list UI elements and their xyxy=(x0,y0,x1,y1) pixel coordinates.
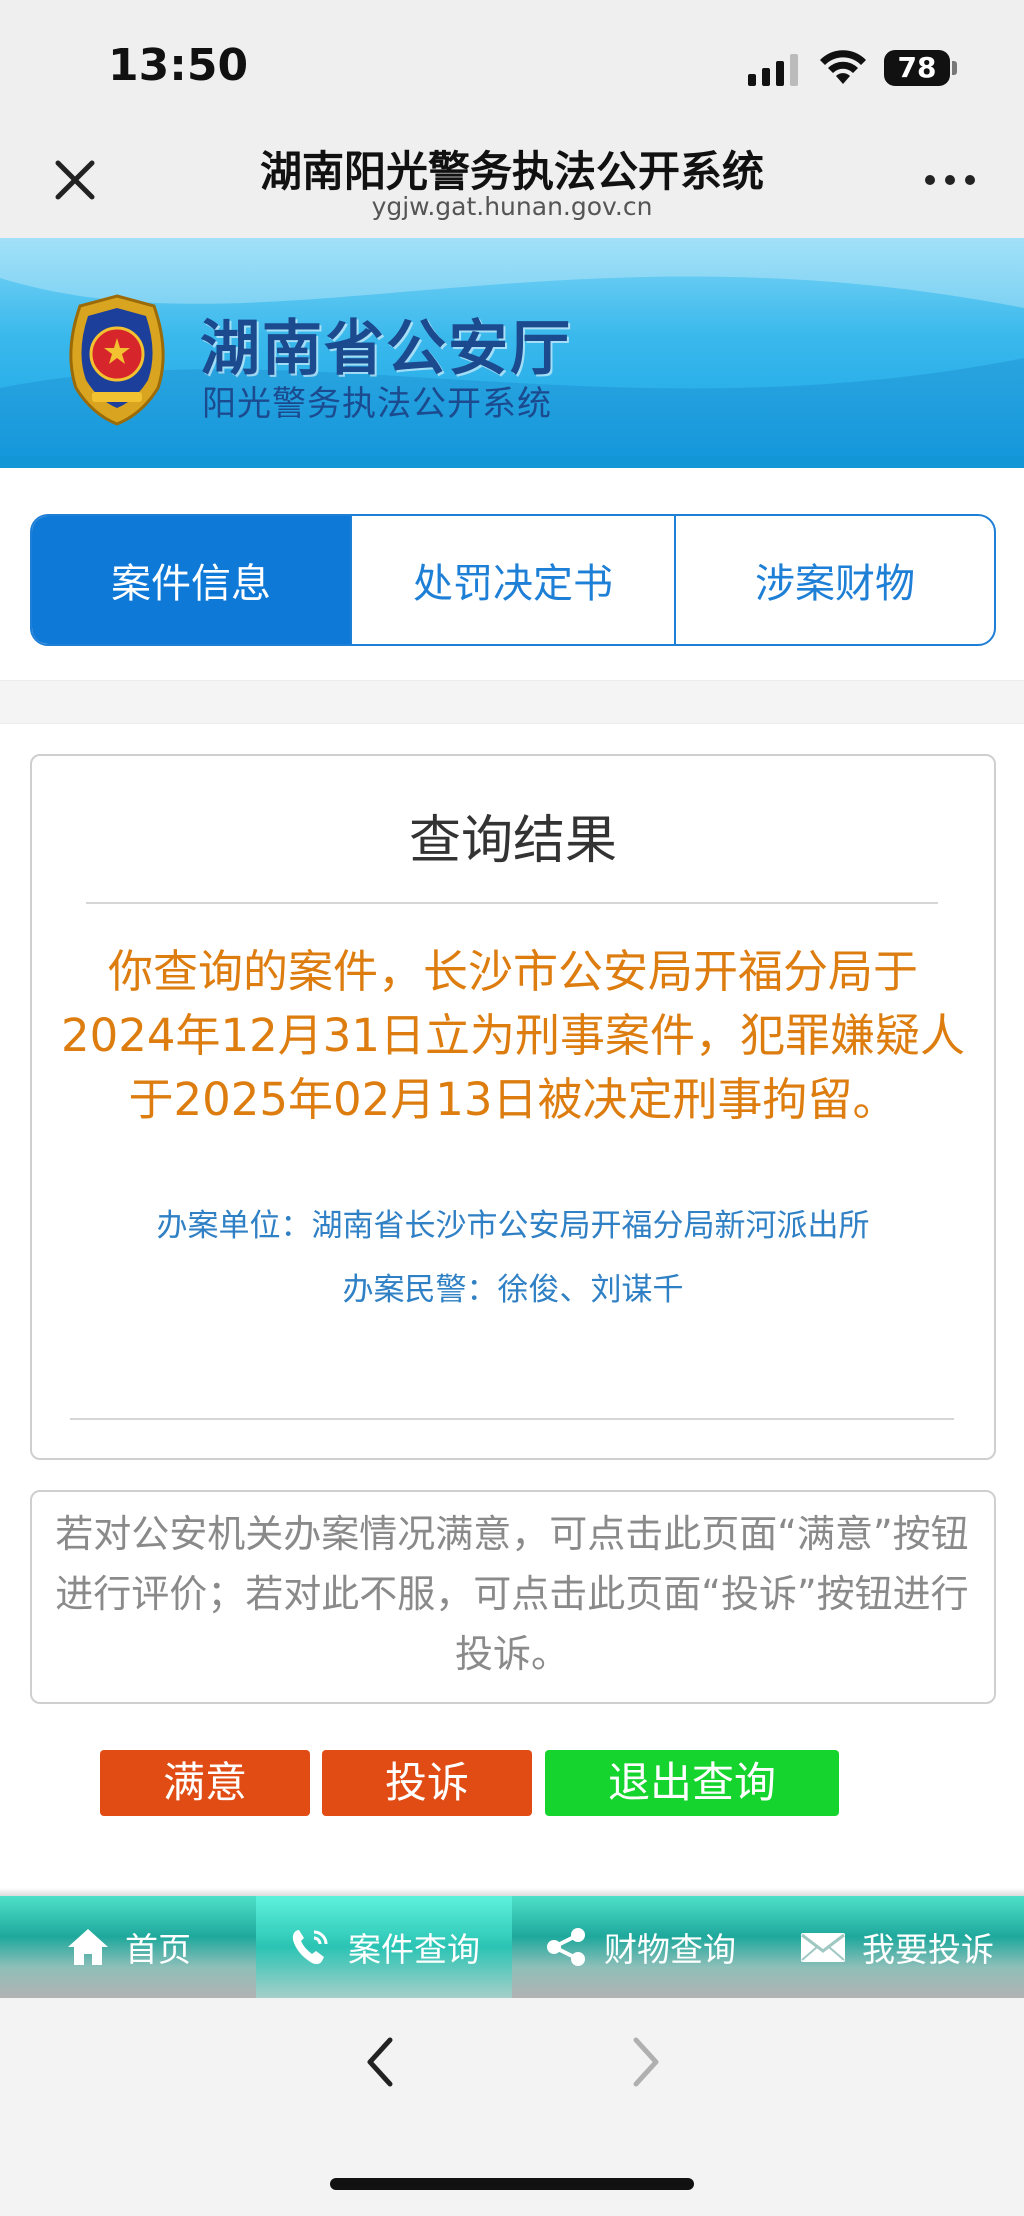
cellular-signal-icon xyxy=(748,54,798,86)
back-arrow-icon[interactable] xyxy=(360,2030,400,2094)
status-time: 13:50 xyxy=(108,40,249,91)
more-options-icon[interactable] xyxy=(920,160,980,200)
banner-title: 湖南省公安厅 xyxy=(200,314,572,384)
battery-cap xyxy=(952,61,957,75)
tab-penalty-decision[interactable]: 处罚决定书 xyxy=(350,516,674,644)
nav-case-query[interactable]: 案件查询 xyxy=(256,1896,512,1998)
share-icon xyxy=(547,1928,585,1966)
section-divider xyxy=(0,680,1024,724)
battery-indicator: 78 xyxy=(884,50,950,86)
nav-complaint-label: 我要投诉 xyxy=(862,1930,994,1969)
phone-icon xyxy=(292,1930,328,1965)
banner-subtitle: 阳光警务执法公开系统 xyxy=(202,384,552,424)
home-indicator xyxy=(330,2178,694,2190)
nav-complaint[interactable]: 我要投诉 xyxy=(768,1896,1024,1998)
mail-icon xyxy=(801,1933,845,1962)
result-divider-bottom xyxy=(70,1418,954,1420)
satisfied-button[interactable]: 满意 xyxy=(100,1750,310,1816)
nav-home[interactable]: 首页 xyxy=(0,1896,256,1998)
forward-arrow-icon[interactable] xyxy=(626,2030,666,2094)
tab-case-info[interactable]: 案件信息 xyxy=(32,516,350,644)
tab-involved-property[interactable]: 涉案财物 xyxy=(674,516,994,644)
handling-officers: 办案民警：徐俊、刘谋千 xyxy=(342,1272,684,1308)
tab-bar: 案件信息 处罚决定书 涉案财物 xyxy=(30,514,996,646)
nav-property-query-label: 财物查询 xyxy=(604,1930,736,1969)
police-emblem-icon xyxy=(69,294,165,426)
complain-button[interactable]: 投诉 xyxy=(322,1750,532,1816)
bottom-nav-shadow xyxy=(0,1888,1024,1896)
exit-query-button[interactable]: 退出查询 xyxy=(545,1750,839,1816)
home-icon xyxy=(68,1929,108,1965)
result-title: 查询结果 xyxy=(408,811,617,871)
page-domain: ygjw.gat.hunan.gov.cn xyxy=(371,192,653,221)
nav-case-query-label: 案件查询 xyxy=(348,1930,480,1969)
nav-home-label: 首页 xyxy=(125,1930,191,1969)
nav-property-query[interactable]: 财物查询 xyxy=(512,1896,768,1998)
page-title: 湖南阳光警务执法公开系统 xyxy=(259,147,764,196)
banner-divider xyxy=(0,456,1024,468)
bottom-nav: 首页 案件查询 财物查询 我要投诉 xyxy=(0,1896,1024,1998)
handling-unit: 办案单位：湖南省长沙市公安局开福分局新河派出所 xyxy=(156,1208,870,1244)
result-text: 你查询的案件，长沙市公安局开福分局于2024年12月31日立为刑事案件，犯罪嫌疑… xyxy=(60,945,966,1126)
result-divider-top xyxy=(86,902,938,904)
wifi-icon xyxy=(820,50,866,84)
notice-text: 若对公安机关办案情况满意，可点击此页面“满意”按钮进行评价；若对此不服，可点击此… xyxy=(55,1512,969,1676)
